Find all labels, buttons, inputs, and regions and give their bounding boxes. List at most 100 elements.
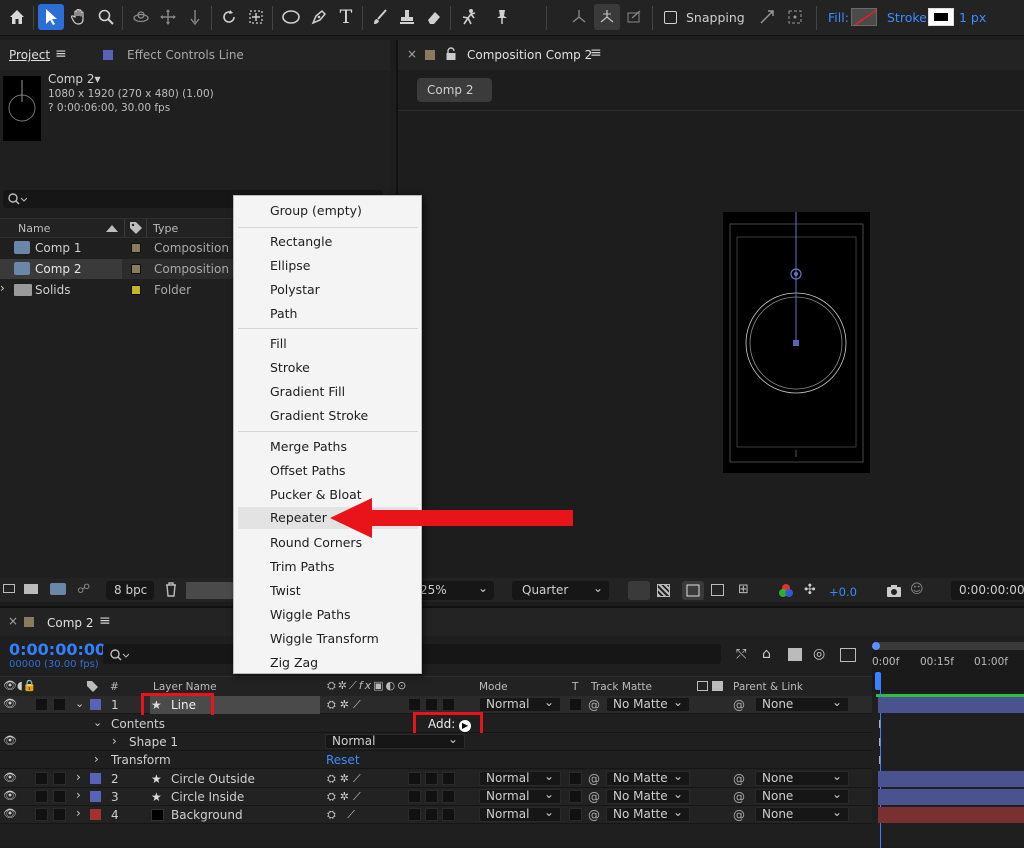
channel-rgb-icon[interactable] xyxy=(778,583,794,599)
layer-row-3[interactable]: 👁 › 3 ★ Circle Inside ⛭✲⟋ Normal @ No Ma… xyxy=(0,788,872,806)
menu-item-merge-paths[interactable]: Merge Paths xyxy=(270,439,347,454)
sort-ascending-icon[interactable] xyxy=(106,224,118,232)
menu-item-ellipse[interactable]: Ellipse xyxy=(270,258,310,273)
parent-pickwhip-icon[interactable]: @ xyxy=(733,698,745,712)
tab-effect-controls[interactable]: Effect Controls Line xyxy=(127,48,244,62)
new-folder-icon[interactable] xyxy=(24,584,38,594)
column-type-header[interactable]: Type xyxy=(153,222,178,235)
transparency-grid-icon[interactable] xyxy=(657,584,670,597)
pan-camera-icon[interactable] xyxy=(155,4,181,30)
comp-breadcrumb[interactable]: Comp 2 xyxy=(417,78,492,102)
menu-item-zig-zag[interactable]: Zig Zag xyxy=(270,655,318,670)
tab-project[interactable]: Project xyxy=(9,48,50,62)
chevron-right-icon[interactable]: › xyxy=(76,770,81,784)
parent-dropdown[interactable]: None xyxy=(755,770,849,786)
timeline-timecode[interactable]: 0:00:00:00 xyxy=(9,640,106,659)
project-item-comp1[interactable]: Comp 1 Composition xyxy=(0,238,234,258)
orbit-camera-icon[interactable] xyxy=(128,4,154,30)
world-axis-mode-icon[interactable] xyxy=(594,4,620,30)
chevron-right-icon[interactable]: › xyxy=(76,788,81,802)
pickwhip-icon[interactable]: @ xyxy=(588,772,600,786)
menu-item-twist[interactable]: Twist xyxy=(270,583,301,598)
local-axis-mode-icon[interactable] xyxy=(566,4,592,30)
dolly-camera-icon[interactable] xyxy=(182,4,208,30)
hand-tool-icon[interactable] xyxy=(66,4,92,30)
snap-features-icon[interactable] xyxy=(782,4,808,30)
layer-name[interactable]: Circle Outside xyxy=(171,772,255,786)
current-time-display[interactable]: 0:00:00:00 xyxy=(951,581,1024,600)
puppet-pin-tool-icon[interactable] xyxy=(489,4,515,30)
stroke-width-value[interactable]: 1 px xyxy=(959,10,986,25)
roto-brush-tool-icon[interactable] xyxy=(456,4,482,30)
chevron-right-icon[interactable]: › xyxy=(76,806,81,820)
project-item-comp2[interactable]: Comp 2 Composition xyxy=(0,259,234,279)
blend-mode-dropdown[interactable]: Normal xyxy=(479,770,561,786)
comp-viewer-canvas[interactable] xyxy=(723,212,870,473)
transform-row[interactable]: › Transform Reset xyxy=(0,751,872,769)
ellipse-tool-icon[interactable] xyxy=(278,4,304,30)
eye-icon[interactable]: 👁 xyxy=(3,807,17,820)
panel-menu-icon[interactable]: ≡ xyxy=(99,613,111,629)
project-item-solids[interactable]: › Solids Folder xyxy=(0,280,234,300)
layer-switches[interactable]: ⛭✲⟋ xyxy=(327,772,365,786)
region-of-interest-icon[interactable] xyxy=(711,584,724,596)
menu-item-polystar[interactable]: Polystar xyxy=(270,282,320,297)
shape1-label[interactable]: Shape 1 xyxy=(129,735,178,749)
blend-mode-dropdown[interactable]: Normal xyxy=(479,806,561,822)
menu-item-stroke[interactable]: Stroke xyxy=(270,360,310,375)
menu-item-path[interactable]: Path xyxy=(270,306,297,321)
home-icon[interactable] xyxy=(4,4,30,30)
reset-link[interactable]: Reset xyxy=(326,753,360,767)
menu-item-wiggle-paths[interactable]: Wiggle Paths xyxy=(270,607,351,622)
column-layer-name-header[interactable]: Layer Name xyxy=(153,681,217,693)
interpret-footage-icon[interactable] xyxy=(3,584,15,593)
new-composition-icon[interactable] xyxy=(50,583,66,595)
fast-previews-icon[interactable] xyxy=(628,581,650,600)
disclosure-arrow-icon[interactable]: › xyxy=(0,281,5,295)
panel-menu-icon[interactable]: ≡ xyxy=(590,45,602,61)
pickwhip-icon[interactable]: @ xyxy=(588,698,600,712)
exposure-value[interactable]: +0.0 xyxy=(829,585,857,599)
track-matte-dropdown[interactable]: No Matte xyxy=(606,806,690,822)
draft-3d-icon[interactable]: ⌂ xyxy=(762,646,771,662)
parent-pickwhip-icon[interactable]: @ xyxy=(733,808,745,822)
resolution-dropdown[interactable]: Quarter ⌄ xyxy=(512,581,609,600)
eraser-tool-icon[interactable] xyxy=(421,4,447,30)
lock-icon[interactable] xyxy=(445,47,457,61)
layer-bar-1[interactable] xyxy=(878,697,1024,713)
layer-switches[interactable]: ⛭✲⟋ xyxy=(327,790,365,804)
fill-swatch[interactable] xyxy=(851,8,877,26)
project-settings-icon[interactable]: ☍ xyxy=(77,582,90,597)
pickwhip-icon[interactable]: @ xyxy=(588,790,600,804)
eye-icon[interactable]: 👁 xyxy=(3,734,17,747)
brush-tool-icon[interactable] xyxy=(367,4,393,30)
exposure-reset-icon[interactable]: ✣ xyxy=(804,582,816,598)
composition-mini-flowchart-icon[interactable]: ⤲ xyxy=(736,647,746,662)
track-matte-dropdown[interactable]: No Matte xyxy=(606,696,690,712)
layer-bar-3[interactable] xyxy=(878,789,1024,805)
layer-bar-2[interactable] xyxy=(878,771,1024,787)
rotate-tool-icon[interactable] xyxy=(216,4,242,30)
graph-editor-icon[interactable] xyxy=(840,648,856,662)
clone-stamp-tool-icon[interactable] xyxy=(394,4,420,30)
parent-dropdown[interactable]: None xyxy=(755,806,849,822)
motion-blur-icon[interactable]: ◎ xyxy=(813,646,825,662)
chevron-down-icon[interactable]: ⌄ xyxy=(75,697,84,710)
chevron-down-icon[interactable]: ⌄ xyxy=(93,716,102,729)
close-icon[interactable]: × xyxy=(8,614,18,628)
selection-tool-icon[interactable] xyxy=(38,4,64,30)
track-matte-dropdown[interactable]: No Matte xyxy=(606,788,690,804)
column-name-header[interactable]: Name xyxy=(18,222,50,235)
track-matte-dropdown[interactable]: No Matte xyxy=(606,770,690,786)
menu-item-offset-paths[interactable]: Offset Paths xyxy=(270,463,346,478)
zoom-dropdown[interactable]: 25% ⌄ xyxy=(412,581,494,600)
thumbnail-slider[interactable] xyxy=(186,582,234,599)
layer-bar-4[interactable] xyxy=(878,807,1024,823)
grid-guides-icon[interactable]: ⊞ xyxy=(738,582,749,597)
parent-pickwhip-icon[interactable]: @ xyxy=(733,790,745,804)
view-axis-mode-icon[interactable] xyxy=(621,4,647,30)
tab-composition[interactable]: Composition Comp 2 xyxy=(467,48,592,62)
snapping-checkbox[interactable] xyxy=(664,11,677,24)
parent-dropdown[interactable]: None xyxy=(755,696,849,712)
chevron-right-icon[interactable]: › xyxy=(94,752,99,766)
